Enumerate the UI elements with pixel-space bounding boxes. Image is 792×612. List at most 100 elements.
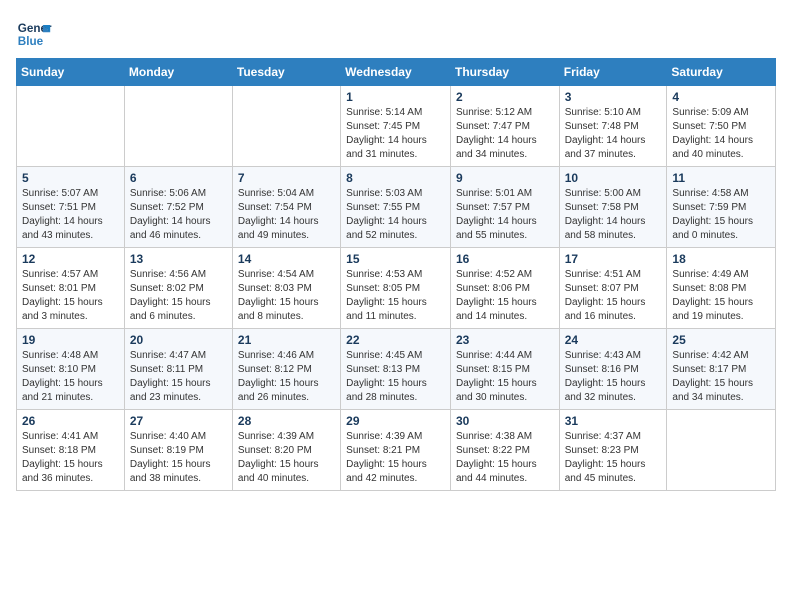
calendar-cell: 20 Sunrise: 4:47 AM Sunset: 8:11 PM Dayli… [124,329,232,410]
day-number: 11 [672,171,770,185]
calendar-body: 1Sunrise: 5:14 AM Sunset: 7:45 PM Daylig… [17,86,776,491]
day-number: 31 [565,414,662,428]
calendar-cell: 31 Sunrise: 4:37 AM Sunset: 8:23 PM Dayli… [559,410,667,491]
day-info: Sunrise: 4:53 AM Sunset: 8:05 PM Dayligh… [346,268,445,324]
day-number: 23 [456,333,554,347]
calendar-cell: 11 Sunrise: 4:58 AM Sunset: 7:59 PM Dayli… [667,167,776,248]
day-info: Sunrise: 4:44 AM Sunset: 8:15 PM Dayligh… [456,349,554,405]
day-info: Sunrise: 4:37 AM Sunset: 8:23 PM Dayligh… [565,430,662,486]
calendar-cell: 3Sunrise: 5:10 AM Sunset: 7:48 PM Daylig… [559,86,667,167]
day-number: 27 [130,414,227,428]
calendar-week-row: 12 Sunrise: 4:57 AM Sunset: 8:01 PM Dayli… [17,248,776,329]
page-header: General Blue [16,16,776,52]
day-info: Sunrise: 4:48 AM Sunset: 8:10 PM Dayligh… [22,349,119,405]
calendar-cell: 29 Sunrise: 4:39 AM Sunset: 8:21 PM Dayli… [341,410,451,491]
day-number: 6 [130,171,227,185]
day-number: 24 [565,333,662,347]
day-info: Sunrise: 4:43 AM Sunset: 8:16 PM Dayligh… [565,349,662,405]
weekday-header: Tuesday [232,59,340,86]
day-info: Sunrise: 4:56 AM Sunset: 8:02 PM Dayligh… [130,268,227,324]
day-number: 19 [22,333,119,347]
day-number: 29 [346,414,445,428]
day-info: Sunrise: 4:58 AM Sunset: 7:59 PM Dayligh… [672,187,770,243]
weekday-header: Sunday [17,59,125,86]
calendar-cell: 15 Sunrise: 4:53 AM Sunset: 8:05 PM Dayli… [341,248,451,329]
day-number: 20 [130,333,227,347]
calendar-cell: 18Sunrise: 4:49 AM Sunset: 8:08 PM Dayli… [667,248,776,329]
day-number: 28 [238,414,335,428]
weekday-header: Saturday [667,59,776,86]
calendar-week-row: 26Sunrise: 4:41 AM Sunset: 8:18 PM Dayli… [17,410,776,491]
day-number: 8 [346,171,445,185]
weekday-header: Friday [559,59,667,86]
calendar-cell: 21 Sunrise: 4:46 AM Sunset: 8:12 PM Dayli… [232,329,340,410]
calendar-cell: 1Sunrise: 5:14 AM Sunset: 7:45 PM Daylig… [341,86,451,167]
day-number: 15 [346,252,445,266]
calendar-cell: 10Sunrise: 5:00 AM Sunset: 7:58 PM Dayli… [559,167,667,248]
calendar-week-row: 1Sunrise: 5:14 AM Sunset: 7:45 PM Daylig… [17,86,776,167]
day-info: Sunrise: 4:46 AM Sunset: 8:12 PM Dayligh… [238,349,335,405]
calendar-week-row: 5 Sunrise: 5:07 AM Sunset: 7:51 PM Daylig… [17,167,776,248]
weekday-header: Monday [124,59,232,86]
calendar-cell: 5 Sunrise: 5:07 AM Sunset: 7:51 PM Daylig… [17,167,125,248]
day-info: Sunrise: 4:57 AM Sunset: 8:01 PM Dayligh… [22,268,119,324]
day-number: 5 [22,171,119,185]
weekday-header-row: SundayMondayTuesdayWednesdayThursdayFrid… [17,59,776,86]
calendar-cell [124,86,232,167]
day-info: Sunrise: 5:12 AM Sunset: 7:47 PM Dayligh… [456,106,554,162]
calendar-cell: 7Sunrise: 5:04 AM Sunset: 7:54 PM Daylig… [232,167,340,248]
day-info: Sunrise: 4:47 AM Sunset: 8:11 PM Dayligh… [130,349,227,405]
day-info: Sunrise: 4:45 AM Sunset: 8:13 PM Dayligh… [346,349,445,405]
day-number: 12 [22,252,119,266]
day-info: Sunrise: 4:49 AM Sunset: 8:08 PM Dayligh… [672,268,770,324]
day-info: Sunrise: 5:01 AM Sunset: 7:57 PM Dayligh… [456,187,554,243]
day-number: 9 [456,171,554,185]
calendar-cell: 14 Sunrise: 4:54 AM Sunset: 8:03 PM Dayli… [232,248,340,329]
calendar-cell: 2 Sunrise: 5:12 AM Sunset: 7:47 PM Daylig… [450,86,559,167]
calendar-cell: 22 Sunrise: 4:45 AM Sunset: 8:13 PM Dayli… [341,329,451,410]
day-info: Sunrise: 4:39 AM Sunset: 8:21 PM Dayligh… [346,430,445,486]
calendar-cell: 30Sunrise: 4:38 AM Sunset: 8:22 PM Dayli… [450,410,559,491]
calendar-cell: 6 Sunrise: 5:06 AM Sunset: 7:52 PM Daylig… [124,167,232,248]
day-number: 14 [238,252,335,266]
calendar-cell: 25 Sunrise: 4:42 AM Sunset: 8:17 PM Dayli… [667,329,776,410]
calendar-cell [232,86,340,167]
calendar-cell: 23 Sunrise: 4:44 AM Sunset: 8:15 PM Dayli… [450,329,559,410]
day-info: Sunrise: 4:40 AM Sunset: 8:19 PM Dayligh… [130,430,227,486]
day-number: 17 [565,252,662,266]
day-number: 4 [672,90,770,104]
calendar-cell: 13Sunrise: 4:56 AM Sunset: 8:02 PM Dayli… [124,248,232,329]
day-number: 21 [238,333,335,347]
day-number: 30 [456,414,554,428]
weekday-header: Wednesday [341,59,451,86]
day-number: 3 [565,90,662,104]
day-number: 16 [456,252,554,266]
day-number: 22 [346,333,445,347]
day-info: Sunrise: 4:41 AM Sunset: 8:18 PM Dayligh… [22,430,119,486]
logo-icon: General Blue [16,16,52,52]
calendar-cell [667,410,776,491]
day-number: 10 [565,171,662,185]
calendar-cell: 19 Sunrise: 4:48 AM Sunset: 8:10 PM Dayli… [17,329,125,410]
calendar-cell [17,86,125,167]
day-info: Sunrise: 5:03 AM Sunset: 7:55 PM Dayligh… [346,187,445,243]
day-info: Sunrise: 4:51 AM Sunset: 8:07 PM Dayligh… [565,268,662,324]
day-info: Sunrise: 5:07 AM Sunset: 7:51 PM Dayligh… [22,187,119,243]
calendar-cell: 16Sunrise: 4:52 AM Sunset: 8:06 PM Dayli… [450,248,559,329]
day-number: 7 [238,171,335,185]
calendar-cell: 4Sunrise: 5:09 AM Sunset: 7:50 PM Daylig… [667,86,776,167]
calendar-cell: 28 Sunrise: 4:39 AM Sunset: 8:20 PM Dayli… [232,410,340,491]
day-info: Sunrise: 4:54 AM Sunset: 8:03 PM Dayligh… [238,268,335,324]
svg-text:Blue: Blue [18,35,44,48]
logo: General Blue [16,16,52,52]
day-number: 2 [456,90,554,104]
calendar-cell: 9 Sunrise: 5:01 AM Sunset: 7:57 PM Daylig… [450,167,559,248]
calendar-cell: 26Sunrise: 4:41 AM Sunset: 8:18 PM Dayli… [17,410,125,491]
day-info: Sunrise: 5:06 AM Sunset: 7:52 PM Dayligh… [130,187,227,243]
day-number: 25 [672,333,770,347]
calendar-cell: 24 Sunrise: 4:43 AM Sunset: 8:16 PM Dayli… [559,329,667,410]
calendar-cell: 12 Sunrise: 4:57 AM Sunset: 8:01 PM Dayli… [17,248,125,329]
day-info: Sunrise: 4:39 AM Sunset: 8:20 PM Dayligh… [238,430,335,486]
day-info: Sunrise: 5:14 AM Sunset: 7:45 PM Dayligh… [346,106,445,162]
day-info: Sunrise: 4:42 AM Sunset: 8:17 PM Dayligh… [672,349,770,405]
